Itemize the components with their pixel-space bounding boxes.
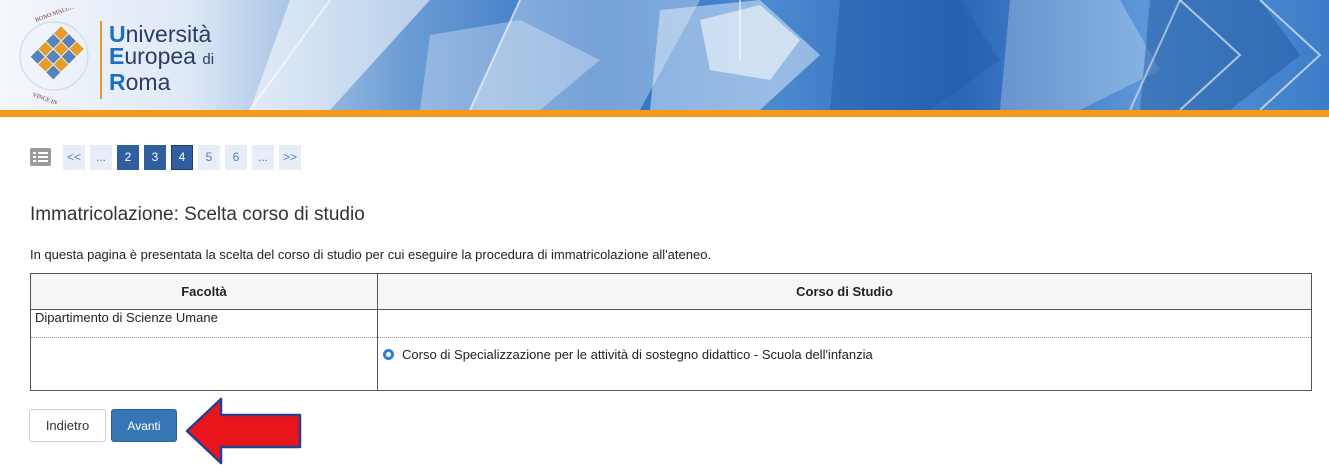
column-header-facolta: Facoltà	[30, 273, 378, 310]
empty-cell	[377, 309, 1312, 338]
table-row: Corso di Specializzazione per le attivit…	[30, 337, 1312, 391]
pager-step-3[interactable]: 3	[144, 144, 166, 170]
site-header: BONO MALUM VINCE IN Università Europea d…	[0, 0, 1329, 110]
next-button[interactable]: Avanti	[111, 409, 177, 442]
back-button[interactable]: Indietro	[29, 409, 106, 442]
logo-divider	[100, 21, 102, 99]
pager-ellipsis-right[interactable]: ...	[252, 144, 274, 170]
course-option[interactable]: Corso di Specializzazione per le attivit…	[382, 347, 1311, 362]
department-cell: Dipartimento di Scienze Umane	[30, 309, 378, 338]
pager-first[interactable]: <<	[63, 144, 85, 170]
pager-step-2[interactable]: 2	[117, 144, 139, 170]
course-selection-table: Facoltà Corso di Studio Dipartimento di …	[30, 273, 1312, 391]
svg-text:VINCE IN: VINCE IN	[31, 92, 58, 104]
list-icon[interactable]	[30, 148, 51, 166]
pager-last[interactable]: >>	[279, 144, 301, 170]
university-seal-icon: BONO MALUM VINCE IN	[19, 8, 89, 104]
red-arrow-annotation-icon	[185, 397, 302, 465]
pager-step-4-current[interactable]: 4	[171, 144, 193, 170]
page-title: Immatricolazione: Scelta corso di studio	[30, 204, 365, 225]
university-name: Università Europea di Roma	[109, 21, 215, 95]
pager-ellipsis-left[interactable]: ...	[90, 144, 112, 170]
table-header-row: Facoltà Corso di Studio	[30, 273, 1312, 310]
step-pager: << ... 2 3 4 5 6 ... >>	[30, 144, 306, 170]
table-row: Dipartimento di Scienze Umane	[30, 309, 1312, 338]
column-header-corso: Corso di Studio	[377, 273, 1312, 310]
pager-step-6[interactable]: 6	[225, 144, 247, 170]
pager-step-5[interactable]: 5	[198, 144, 220, 170]
course-option-label[interactable]: Corso di Specializzazione per le attivit…	[402, 347, 873, 362]
page-intro: In questa pagina è presentata la scelta …	[30, 247, 712, 262]
svg-text:BONO MALUM: BONO MALUM	[35, 8, 77, 24]
course-radio-button[interactable]	[383, 349, 394, 360]
header-accent-bar	[0, 110, 1329, 117]
university-logo[interactable]: BONO MALUM VINCE IN Università Europea d…	[14, 8, 244, 104]
course-option-cell: Corso di Specializzazione per le attivit…	[377, 337, 1312, 391]
empty-cell	[30, 337, 378, 391]
